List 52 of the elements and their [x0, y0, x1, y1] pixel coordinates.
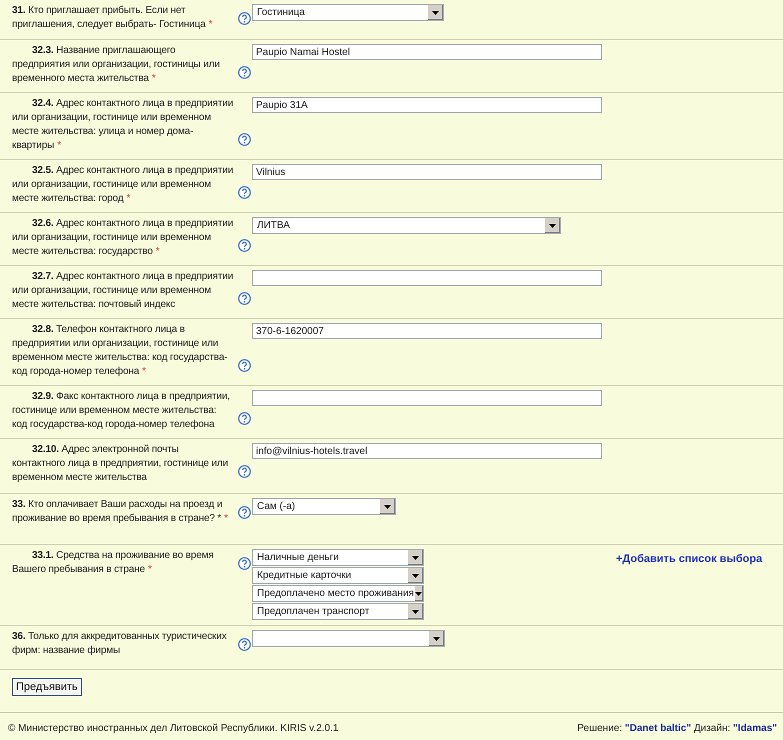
dropdown[interactable]: Предоплачено место проживания [252, 585, 424, 602]
help-icon[interactable] [238, 506, 251, 519]
field-label: 32.5. Адрес контактного лица в предприятии или организации, гостинице или временном месте жительства: город * [12, 164, 234, 206]
input-field[interactable] [252, 390, 602, 406]
help-icon[interactable] [238, 638, 251, 651]
caret-icon [384, 504, 391, 508]
field-label: 32.7. Адрес контактного лица в предприятии или организации, гостинице или временном месте жительства: почтовый индекс [12, 270, 234, 312]
caret-icon [549, 224, 556, 228]
credit-link[interactable]: "Danet baltic" [624, 723, 692, 734]
input-field[interactable]: Vilnius [252, 164, 602, 180]
field-label: 31. Кто приглашает прибыть. Если нет приглашения, следует выбрать- Гостиница * [12, 4, 214, 32]
field-label: 32.3. Название приглашающего предприятия или организации, гостиницы или временного места жительства * [12, 44, 221, 86]
copyright-text: © Министерство иностранных дел Литовской Республики. KIRIS v.2.0.1 [8, 723, 338, 734]
submit-button[interactable]: Предъявить [12, 678, 82, 696]
dropdown[interactable]: Предоплачен транспорт [252, 603, 424, 620]
field-label: 32.8. Телефон контактного лица в предприятии или организации, гостинице или временном месте жительства: код государства-код города-номер телефона * [12, 323, 228, 379]
help-icon[interactable] [238, 292, 251, 305]
input-field[interactable]: Paupio Namai Hostel [252, 44, 602, 60]
dropdown[interactable]: ЛИТВА [252, 217, 561, 234]
help-icon[interactable] [238, 239, 251, 252]
help-icon[interactable] [238, 557, 251, 570]
input-field[interactable] [252, 270, 602, 286]
input-field[interactable]: 370-6-1620007 [252, 323, 602, 339]
help-icon[interactable] [238, 465, 251, 478]
field-label: 32.6. Адрес контактного лица в предприятии или организации, гостинице или временном месте жительства: государство * [12, 217, 234, 259]
input-field[interactable]: info@vilnius-hotels.travel [252, 443, 602, 459]
field-label: 33. Кто оплачивает Ваши расходы на проезд и проживание во время пребывания в стране? * * [12, 498, 229, 526]
caret-icon [412, 556, 419, 560]
dropdown[interactable]: Гостиница [252, 4, 444, 21]
help-icon[interactable] [238, 133, 251, 146]
help-icon[interactable] [238, 12, 251, 25]
field-label: 32.4. Адрес контактного лица в предприятии или организации, гостинице или временном месте жительства: улица и номер дома-квартиры * [12, 97, 234, 153]
field-label: 33.1. Средства на проживание во время Вашего пребывания в стране * [12, 549, 215, 577]
credit-link[interactable]: "Idamas" [733, 723, 777, 734]
help-icon[interactable] [238, 186, 251, 199]
field-label: 36. Только для аккредитованных туристических фирм: название фирмы [12, 630, 228, 658]
caret-icon [412, 610, 419, 614]
dropdown[interactable]: Кредитные карточки [252, 567, 424, 584]
caret-icon [433, 636, 440, 640]
dropdown[interactable]: Сам (-а) [252, 498, 396, 515]
field-label: 32.10. Адрес электронной почты контактного лица в предприятии, гостинице или временном месте жительства [12, 443, 230, 485]
field-label: 32.9. Факс контактного лица в предприятии, гостинице или временном месте жительства: код государства-код города-номер телефона [12, 390, 231, 432]
help-icon[interactable] [238, 66, 251, 79]
caret-icon [415, 592, 422, 596]
input-field[interactable]: Paupio 31A [252, 97, 602, 113]
help-icon[interactable] [238, 359, 251, 372]
dropdown[interactable]: Наличные деньги [252, 549, 424, 566]
caret-icon [412, 574, 419, 578]
add-list-link[interactable]: +Добавить список выбора [616, 553, 762, 621]
help-icon[interactable] [238, 412, 251, 425]
caret-icon [432, 10, 439, 14]
credits-text: Решение: "Danet baltic" Дизайн: "Idamas" [577, 723, 777, 734]
